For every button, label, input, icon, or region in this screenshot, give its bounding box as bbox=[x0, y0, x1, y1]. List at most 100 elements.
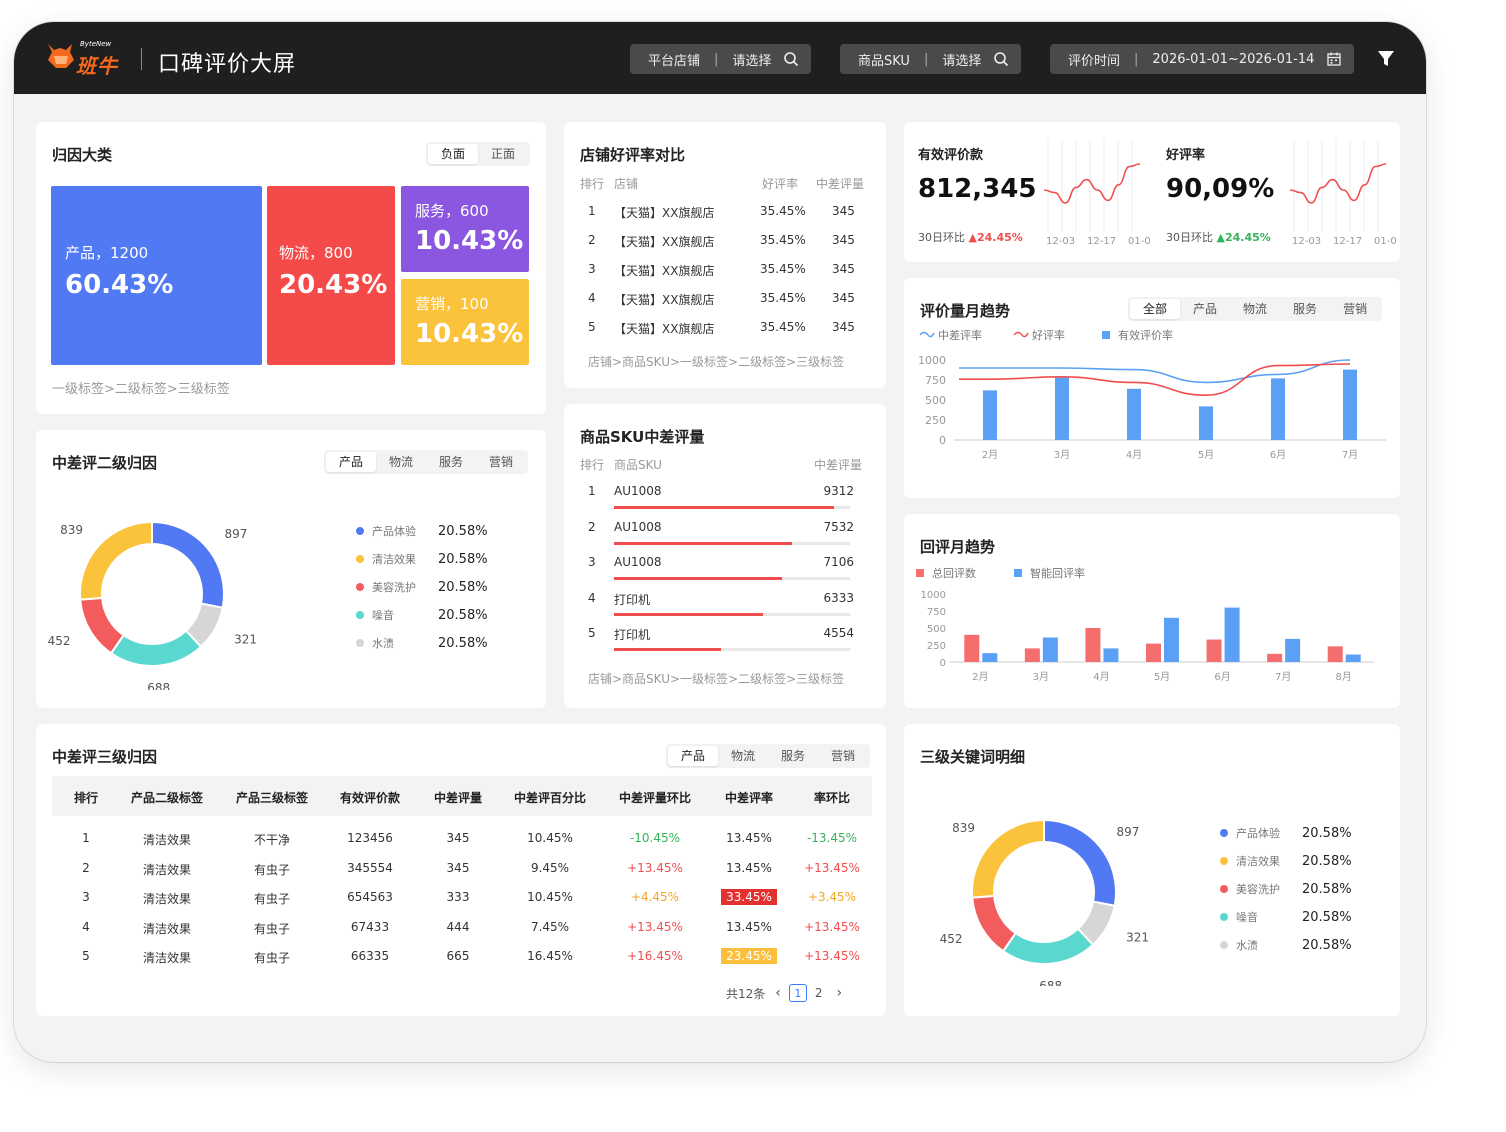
tab-marketing[interactable]: 营销 bbox=[818, 746, 868, 766]
funnel-icon[interactable] bbox=[1378, 50, 1394, 68]
column-header: 有效评价款 bbox=[339, 791, 400, 805]
table-row[interactable]: 2 【天猫】XX旗舰店 35.45% 345 bbox=[580, 233, 870, 253]
tab-service[interactable]: 服务 bbox=[426, 452, 476, 472]
bar[interactable] bbox=[964, 634, 980, 662]
legend-dot bbox=[356, 583, 364, 591]
bar[interactable] bbox=[1164, 617, 1179, 662]
donut-slice[interactable] bbox=[1001, 927, 1095, 965]
donut-slice[interactable] bbox=[971, 818, 1045, 899]
list-item[interactable]: 2 AU1008 7532 bbox=[580, 520, 860, 548]
tab-logistics[interactable]: 物流 bbox=[376, 452, 426, 472]
tile-product[interactable]: 产品，1200 60.43% bbox=[51, 186, 262, 365]
tab-product[interactable]: 产品 bbox=[668, 746, 719, 766]
level3-keywords-title: 三级关键词明细 bbox=[920, 748, 1026, 766]
table-cell: 清洁效果 bbox=[117, 890, 217, 907]
row-store: 【天猫】XX旗舰店 bbox=[614, 206, 715, 220]
bar[interactable] bbox=[1271, 378, 1285, 440]
bar[interactable] bbox=[1042, 637, 1058, 662]
table-row[interactable]: 2 清洁效果 有虫子 345554 345 9.45% +13.45% 13.45% +13.4… bbox=[52, 858, 872, 882]
donut-value-label: 839 bbox=[60, 523, 83, 537]
cell-value: +4.45% bbox=[630, 890, 680, 904]
store-filter[interactable]: 平台店铺 | 请选择 bbox=[630, 44, 812, 74]
date-filter[interactable]: 评价时间 | 2026-01-01~2026-01-14 bbox=[1050, 44, 1355, 74]
table-cell: 16.45% bbox=[500, 949, 600, 963]
list-item[interactable]: 4 打印机 6333 bbox=[580, 591, 860, 619]
table-row[interactable]: 5 清洁效果 有虫子 66335 665 16.45% +16.45% 23.45% +13.4… bbox=[52, 946, 872, 970]
tab-service[interactable]: 服务 bbox=[1280, 299, 1330, 319]
bar[interactable] bbox=[1267, 653, 1283, 662]
tab-marketing[interactable]: 营销 bbox=[1330, 299, 1380, 319]
donut-slice[interactable] bbox=[151, 520, 225, 609]
donut-value-label: 321 bbox=[234, 633, 257, 647]
bar[interactable] bbox=[982, 653, 998, 662]
list-item[interactable]: 1 AU1008 9312 bbox=[580, 484, 860, 512]
search-icon[interactable] bbox=[993, 51, 1009, 67]
x-tick-label: 01-01 bbox=[1374, 236, 1396, 246]
legend-label: 清洁效果 bbox=[1236, 855, 1280, 868]
bar[interactable] bbox=[1055, 377, 1069, 440]
calendar-icon[interactable] bbox=[1326, 51, 1342, 67]
chevron-left-icon[interactable]: ‹ bbox=[775, 985, 781, 1001]
donut-value-label: 688 bbox=[1039, 979, 1062, 986]
row-store: 【天猫】XX旗舰店 bbox=[614, 264, 715, 278]
bar[interactable] bbox=[983, 390, 997, 440]
tab-all[interactable]: 全部 bbox=[1130, 299, 1181, 319]
tab-logistics[interactable]: 物流 bbox=[718, 746, 768, 766]
y-tick-label: 500 bbox=[925, 394, 946, 407]
bar[interactable] bbox=[1224, 607, 1240, 662]
legend-label: 中差评率 bbox=[938, 328, 982, 342]
table-row[interactable]: 3 清洁效果 有虫子 654563 333 10.45% +4.45% 33.45% +3.45… bbox=[52, 887, 872, 911]
bar[interactable] bbox=[1199, 406, 1213, 440]
bar[interactable] bbox=[1103, 648, 1119, 662]
donut-slice[interactable] bbox=[79, 596, 125, 655]
donut-slice[interactable] bbox=[109, 629, 203, 667]
table-row[interactable]: 5 【天猫】XX旗舰店 35.45% 345 bbox=[580, 320, 870, 340]
tab-product[interactable]: 产品 bbox=[1180, 299, 1230, 319]
cell-value: 66335 bbox=[350, 949, 390, 963]
list-item[interactable]: 5 打印机 4554 bbox=[580, 626, 860, 654]
cell-value: 665 bbox=[446, 949, 470, 963]
list-item[interactable]: 3 AU1008 7106 bbox=[580, 555, 860, 583]
tile-service[interactable]: 服务，600 10.43% bbox=[401, 186, 529, 272]
sku-filter[interactable]: 商品SKU | 请选择 bbox=[840, 44, 1022, 74]
row-store: 【天猫】XX旗舰店 bbox=[614, 322, 715, 336]
legend-label: 产品体验 bbox=[372, 525, 416, 538]
bar[interactable] bbox=[1146, 643, 1161, 662]
bar[interactable] bbox=[1327, 646, 1343, 662]
tile-logistics-pct: 20.43% bbox=[279, 270, 388, 300]
cell-value: 345 bbox=[446, 860, 470, 875]
toggle-negative[interactable]: 负面 bbox=[428, 144, 479, 164]
page-2-button[interactable]: 2 bbox=[815, 986, 823, 1000]
table-row[interactable]: 3 【天猫】XX旗舰店 35.45% 345 bbox=[580, 262, 870, 282]
tab-product[interactable]: 产品 bbox=[326, 452, 377, 472]
bar[interactable] bbox=[1343, 369, 1357, 440]
tab-service[interactable]: 服务 bbox=[768, 746, 818, 766]
table-cell: 10.45% bbox=[500, 831, 600, 845]
table-row[interactable]: 4 【天猫】XX旗舰店 35.45% 345 bbox=[580, 291, 870, 311]
row-sku: 打印机 bbox=[614, 628, 651, 642]
bar[interactable] bbox=[1285, 638, 1301, 662]
bar[interactable] bbox=[1085, 628, 1101, 662]
kpi-valid-delta-label: 30日环比 bbox=[918, 231, 965, 244]
row-count: 345 bbox=[832, 320, 855, 334]
tab-logistics[interactable]: 物流 bbox=[1230, 299, 1280, 319]
tile-marketing[interactable]: 营销，100 10.43% bbox=[401, 279, 529, 365]
cell-value: 3 bbox=[82, 890, 90, 904]
tile-logistics[interactable]: 物流，800 20.43% bbox=[267, 186, 395, 365]
table-row[interactable]: 1 【天猫】XX旗舰店 35.45% 345 bbox=[580, 204, 870, 224]
search-icon[interactable] bbox=[783, 51, 799, 67]
table-row[interactable]: 1 清洁效果 不干净 123456 345 10.45% -10.45% 13.45% -13.… bbox=[52, 828, 872, 852]
donut-slice[interactable] bbox=[971, 894, 1017, 953]
bar[interactable] bbox=[1024, 648, 1040, 662]
table-cell: +13.45% bbox=[605, 861, 705, 875]
page-1-button[interactable]: 1 bbox=[788, 984, 807, 1002]
donut-slice[interactable] bbox=[79, 520, 153, 601]
chevron-right-icon[interactable]: › bbox=[837, 985, 843, 1001]
donut-slice[interactable] bbox=[1043, 818, 1117, 907]
tab-marketing[interactable]: 营销 bbox=[476, 452, 526, 472]
bar[interactable] bbox=[1206, 639, 1222, 662]
bar[interactable] bbox=[1345, 654, 1361, 662]
toggle-positive[interactable]: 正面 bbox=[478, 144, 528, 164]
table-row[interactable]: 4 清洁效果 有虫子 67433 444 7.45% +13.45% 13.45% +13.45… bbox=[52, 917, 872, 941]
bar[interactable] bbox=[1127, 388, 1141, 440]
